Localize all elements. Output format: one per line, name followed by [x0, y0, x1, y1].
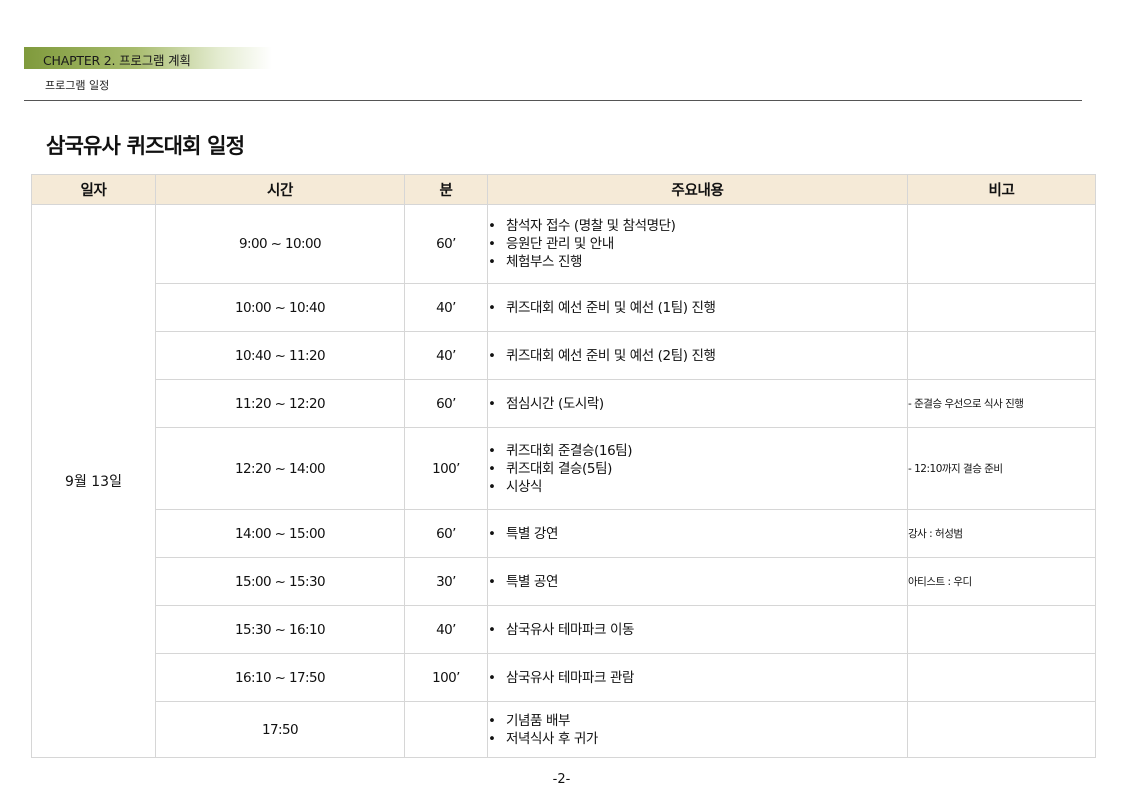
list-item: 기념품 배부 — [488, 712, 907, 730]
minutes-cell: 40’ — [404, 605, 488, 654]
note-cell: 아티스트 : 우디 — [907, 557, 1096, 606]
time-cell: 14:00 ~ 15:00 — [155, 509, 405, 558]
time-cell: 15:30 ~ 16:10 — [155, 605, 405, 654]
chapter-banner: CHAPTER 2. 프로그램 계획 — [24, 47, 272, 69]
table-header-row: 일자 시간 분 주요내용 비고 — [31, 174, 1096, 205]
table-row: 15:30 ~ 16:1040’삼국유사 테마파크 이동 — [32, 605, 1096, 654]
list-item: 응원단 관리 및 안내 — [488, 235, 907, 253]
note-cell — [907, 701, 1096, 758]
content-cell: 퀴즈대회 예선 준비 및 예선 (1팀) 진행 — [487, 283, 908, 332]
column-header-content: 주요내용 — [487, 174, 908, 205]
table-row: 12:20 ~ 14:00100’퀴즈대회 준결승(16팀)퀴즈대회 결승(5팀… — [32, 427, 1096, 510]
table-row: 10:00 ~ 10:4040’퀴즈대회 예선 준비 및 예선 (1팀) 진행 — [32, 283, 1096, 332]
content-list: 참석자 접수 (명찰 및 참석명단)응원단 관리 및 안내체험부스 진행 — [488, 217, 907, 271]
table-row: 15:00 ~ 15:3030’특별 공연아티스트 : 우디 — [32, 557, 1096, 606]
column-header-date: 일자 — [31, 174, 156, 205]
content-cell: 점심시간 (도시락) — [487, 379, 908, 428]
note-cell: - 준결승 우선으로 식사 진행 — [907, 379, 1096, 428]
list-item: 체험부스 진행 — [488, 253, 907, 271]
content-list: 기념품 배부저녁식사 후 귀가 — [488, 712, 907, 748]
minutes-cell — [404, 701, 488, 758]
time-cell: 10:00 ~ 10:40 — [155, 283, 405, 332]
minutes-cell: 60’ — [404, 509, 488, 558]
content-list: 삼국유사 테마파크 관람 — [488, 669, 907, 687]
table-row: 16:10 ~ 17:50100’삼국유사 테마파크 관람 — [32, 653, 1096, 702]
table-row: 17:50 기념품 배부저녁식사 후 귀가 — [32, 701, 1096, 758]
time-cell: 10:40 ~ 11:20 — [155, 331, 405, 380]
content-cell: 기념품 배부저녁식사 후 귀가 — [487, 701, 908, 758]
content-list: 특별 공연 — [488, 573, 907, 591]
time-cell: 9:00 ~ 10:00 — [155, 204, 405, 284]
header-divider — [24, 100, 1082, 101]
table-row: 9월 13일9:00 ~ 10:0060’참석자 접수 (명찰 및 참석명단)응… — [31, 204, 1096, 758]
note-cell — [907, 653, 1096, 702]
note-cell: 강사 : 허성범 — [907, 509, 1096, 558]
list-item: 퀴즈대회 예선 준비 및 예선 (2팀) 진행 — [488, 347, 907, 365]
time-cell: 17:50 — [155, 701, 405, 758]
minutes-cell: 30’ — [404, 557, 488, 606]
page-title: 삼국유사 퀴즈대회 일정 — [46, 134, 245, 158]
minutes-cell: 100’ — [404, 653, 488, 702]
schedule-body: 9월 13일9:00 ~ 10:0060’참석자 접수 (명찰 및 참석명단)응… — [31, 204, 1096, 758]
content-list: 삼국유사 테마파크 이동 — [488, 621, 907, 639]
list-item: 퀴즈대회 예선 준비 및 예선 (1팀) 진행 — [488, 299, 907, 317]
list-item: 점심시간 (도시락) — [488, 395, 907, 413]
column-header-minutes: 분 — [404, 174, 488, 205]
table-row: 10:40 ~ 11:2040’퀴즈대회 예선 준비 및 예선 (2팀) 진행 — [32, 331, 1096, 380]
content-cell: 특별 강연 — [487, 509, 908, 558]
list-item: 시상식 — [488, 478, 907, 496]
minutes-cell: 60’ — [404, 204, 488, 284]
list-item: 퀴즈대회 준결승(16팀) — [488, 442, 907, 460]
content-list: 특별 강연 — [488, 525, 907, 543]
list-item: 삼국유사 테마파크 관람 — [488, 669, 907, 687]
page-number: -2- — [552, 772, 571, 787]
content-list: 퀴즈대회 예선 준비 및 예선 (2팀) 진행 — [488, 347, 907, 365]
list-item: 삼국유사 테마파크 이동 — [488, 621, 907, 639]
content-cell: 참석자 접수 (명찰 및 참석명단)응원단 관리 및 안내체험부스 진행 — [487, 204, 908, 284]
table-row: 14:00 ~ 15:0060’특별 강연강사 : 허성범 — [32, 509, 1096, 558]
minutes-cell: 40’ — [404, 283, 488, 332]
section-subtitle: 프로그램 일정 — [45, 79, 110, 92]
minutes-cell: 40’ — [404, 331, 488, 380]
list-item: 퀴즈대회 결승(5팀) — [488, 460, 907, 478]
content-cell: 삼국유사 테마파크 관람 — [487, 653, 908, 702]
content-cell: 삼국유사 테마파크 이동 — [487, 605, 908, 654]
minutes-cell: 60’ — [404, 379, 488, 428]
note-cell — [907, 331, 1096, 380]
content-cell: 퀴즈대회 준결승(16팀)퀴즈대회 결승(5팀)시상식 — [487, 427, 908, 510]
note-cell — [907, 204, 1096, 284]
column-header-time: 시간 — [155, 174, 405, 205]
column-header-note: 비고 — [907, 174, 1096, 205]
time-cell: 11:20 ~ 12:20 — [155, 379, 405, 428]
time-cell: 16:10 ~ 17:50 — [155, 653, 405, 702]
chapter-label: CHAPTER 2. 프로그램 계획 — [43, 53, 191, 68]
time-cell: 15:00 ~ 15:30 — [155, 557, 405, 606]
content-cell: 특별 공연 — [487, 557, 908, 606]
content-list: 퀴즈대회 예선 준비 및 예선 (1팀) 진행 — [488, 299, 907, 317]
list-item: 저녁식사 후 귀가 — [488, 730, 907, 748]
list-item: 특별 공연 — [488, 573, 907, 591]
note-cell — [907, 605, 1096, 654]
list-item: 참석자 접수 (명찰 및 참석명단) — [488, 217, 907, 235]
schedule-table: 일자 시간 분 주요내용 비고 9월 13일9:00 ~ 10:0060’참석자… — [31, 174, 1096, 758]
time-cell: 12:20 ~ 14:00 — [155, 427, 405, 510]
list-item: 특별 강연 — [488, 525, 907, 543]
note-cell — [907, 283, 1096, 332]
minutes-cell: 100’ — [404, 427, 488, 510]
content-list: 퀴즈대회 준결승(16팀)퀴즈대회 결승(5팀)시상식 — [488, 442, 907, 496]
table-row: 11:20 ~ 12:2060’점심시간 (도시락)- 준결승 우선으로 식사 … — [32, 379, 1096, 428]
content-cell: 퀴즈대회 예선 준비 및 예선 (2팀) 진행 — [487, 331, 908, 380]
note-cell: - 12:10까지 결승 준비 — [907, 427, 1096, 510]
date-cell: 9월 13일 — [31, 204, 156, 758]
content-list: 점심시간 (도시락) — [488, 395, 907, 413]
